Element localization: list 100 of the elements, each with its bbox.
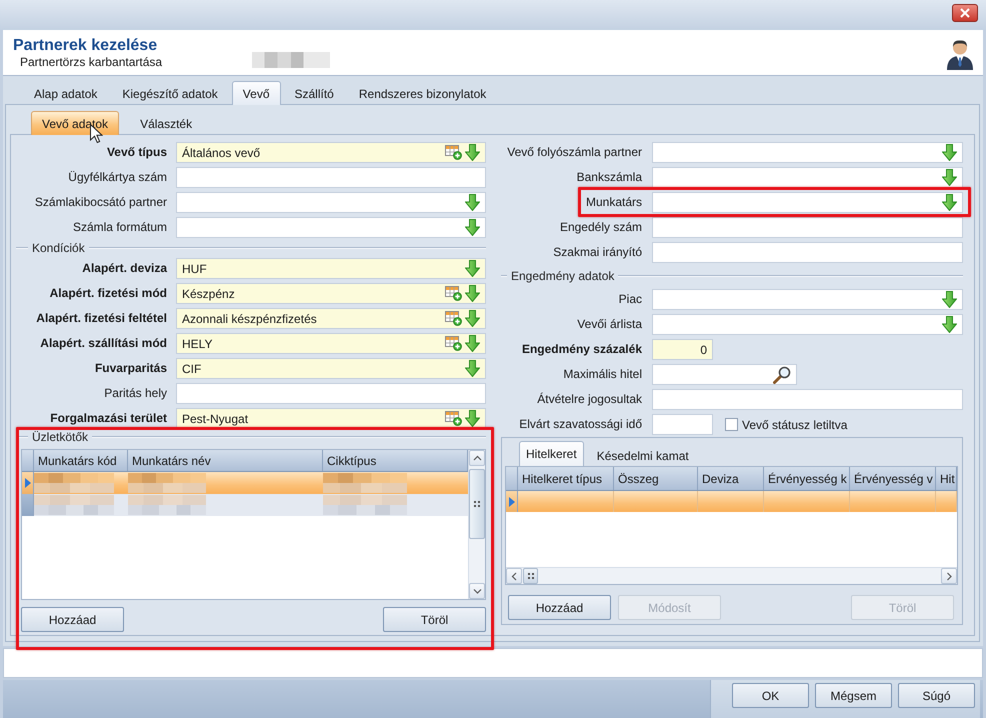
column-header[interactable]: Munkatárs név: [128, 450, 323, 471]
row-pointer-icon: [24, 478, 30, 488]
tab[interactable]: Késedelmi kamat: [590, 444, 696, 466]
down-arrow-icon[interactable]: [465, 194, 480, 211]
column-header[interactable]: Munkatárs kód: [34, 450, 128, 471]
text-field[interactable]: [652, 242, 963, 263]
text-field[interactable]: [176, 383, 486, 404]
down-arrow-icon[interactable]: [465, 335, 480, 352]
dialog-button[interactable]: Súgó: [898, 683, 975, 708]
tab[interactable]: Hitelkeret: [519, 441, 584, 466]
dropdown-field[interactable]: CIF: [176, 358, 486, 379]
tab[interactable]: Választék: [129, 111, 204, 135]
field-label: Munkatárs: [586, 195, 642, 210]
scroll-down-button[interactable]: [469, 583, 485, 599]
section-title: Kondíciók: [32, 241, 85, 255]
field-label: Paritás hely: [104, 386, 167, 401]
dropdown-field[interactable]: [652, 192, 963, 213]
action-button[interactable]: Töröl: [383, 607, 486, 632]
dropdown-field[interactable]: [176, 192, 486, 213]
field-label: Vevő típus: [106, 145, 167, 160]
number-field[interactable]: 0: [652, 339, 713, 360]
lookup-field[interactable]: Pest-Nyugat: [176, 408, 486, 429]
dropdown-field[interactable]: HUF: [176, 258, 486, 279]
field-label: Bankszámla: [576, 170, 642, 185]
close-button[interactable]: [952, 4, 978, 22]
down-arrow-icon[interactable]: [942, 169, 957, 186]
field-label: Számla formátum: [72, 220, 167, 235]
scroll-left-button[interactable]: [506, 568, 522, 584]
down-arrow-icon[interactable]: [465, 410, 480, 427]
chevron-left-icon: [510, 572, 518, 580]
tab[interactable]: Vevő: [232, 81, 280, 105]
field-label: Elvárt szavatossági idő: [519, 417, 642, 432]
field-label: Számlakibocsátó partner: [34, 195, 167, 210]
field-label: Alapért. fizetési mód: [50, 286, 167, 301]
scrollbar[interactable]: [468, 450, 485, 599]
chevron-up-icon: [472, 454, 482, 462]
search-field[interactable]: [652, 364, 797, 385]
column-header[interactable]: Összeg: [614, 467, 698, 490]
text-field[interactable]: [652, 389, 963, 410]
field-label: Piac: [618, 292, 642, 307]
lookup-field[interactable]: HELY: [176, 333, 486, 354]
text-field[interactable]: [176, 167, 486, 188]
column-header[interactable]: Hitelkeret típus: [518, 467, 614, 490]
down-arrow-icon[interactable]: [942, 144, 957, 161]
row-indicator: [22, 494, 34, 516]
tab[interactable]: Szállító: [284, 82, 345, 104]
grid-plus-icon[interactable]: [445, 145, 462, 160]
section-title: Engedmény adatok: [511, 269, 614, 283]
scroll-right-button[interactable]: [941, 568, 957, 584]
dialog-button[interactable]: OK: [732, 683, 809, 708]
tab[interactable]: Rendszeres bizonylatok: [348, 82, 498, 104]
down-arrow-icon[interactable]: [465, 260, 480, 277]
dropdown-field[interactable]: [652, 314, 963, 335]
dropdown-field[interactable]: [652, 167, 963, 188]
person-icon: [945, 38, 975, 70]
down-arrow-icon[interactable]: [465, 360, 480, 377]
dialog-button[interactable]: Mégsem: [815, 683, 892, 708]
lookup-field[interactable]: Azonnali készpénzfizetés: [176, 308, 486, 329]
lookup-field[interactable]: Általános vevő: [176, 142, 486, 163]
checkbox[interactable]: [725, 418, 738, 431]
column-header[interactable]: Érvényesség k: [764, 467, 850, 490]
down-arrow-icon[interactable]: [942, 291, 957, 308]
search-icon[interactable]: [773, 366, 791, 384]
dropdown-field[interactable]: [652, 289, 963, 310]
down-arrow-icon[interactable]: [465, 310, 480, 327]
chevron-right-icon: [946, 572, 952, 580]
down-arrow-icon[interactable]: [465, 144, 480, 161]
column-header[interactable]: Érvényesség v: [850, 467, 936, 490]
field-label: Vevő folyószámla partner: [507, 145, 642, 160]
grid-plus-icon[interactable]: [445, 311, 462, 326]
grid-plus-icon[interactable]: [445, 286, 462, 301]
field-label: Alapért. fizetési feltétel: [36, 311, 167, 326]
lookup-field[interactable]: Készpénz: [176, 283, 486, 304]
field-label: Fuvarparitás: [94, 361, 167, 376]
field-label: Átvételre jogosultak: [537, 392, 642, 407]
tab[interactable]: Kiegészítő adatok: [111, 82, 229, 104]
field-label: Ügyfélkártya szám: [68, 170, 167, 185]
tab[interactable]: Alap adatok: [23, 82, 108, 104]
dropdown-field[interactable]: [176, 217, 486, 238]
column-header[interactable]: Hit: [936, 467, 957, 490]
grid-plus-icon[interactable]: [445, 411, 462, 426]
down-arrow-icon[interactable]: [942, 194, 957, 211]
text-field[interactable]: [652, 217, 963, 238]
action-button[interactable]: Hozzáad: [508, 595, 611, 620]
down-arrow-icon[interactable]: [465, 219, 480, 236]
scroll-thumb[interactable]: [523, 568, 538, 584]
column-header[interactable]: Deviza: [698, 467, 764, 490]
scroll-thumb[interactable]: [469, 469, 485, 539]
form-title: Partnerek kezelése: [13, 36, 158, 55]
text-field[interactable]: [652, 414, 713, 435]
field-label: Alapért. deviza: [82, 261, 167, 276]
close-icon: [960, 8, 970, 18]
scroll-up-button[interactable]: [469, 450, 485, 466]
scrollbar[interactable]: [506, 567, 957, 584]
down-arrow-icon[interactable]: [942, 316, 957, 333]
dropdown-field[interactable]: [652, 142, 963, 163]
down-arrow-icon[interactable]: [465, 285, 480, 302]
grid-plus-icon[interactable]: [445, 336, 462, 351]
checkbox-label: Vevő státusz letiltva: [742, 418, 848, 432]
action-button[interactable]: Hozzáad: [21, 607, 124, 632]
